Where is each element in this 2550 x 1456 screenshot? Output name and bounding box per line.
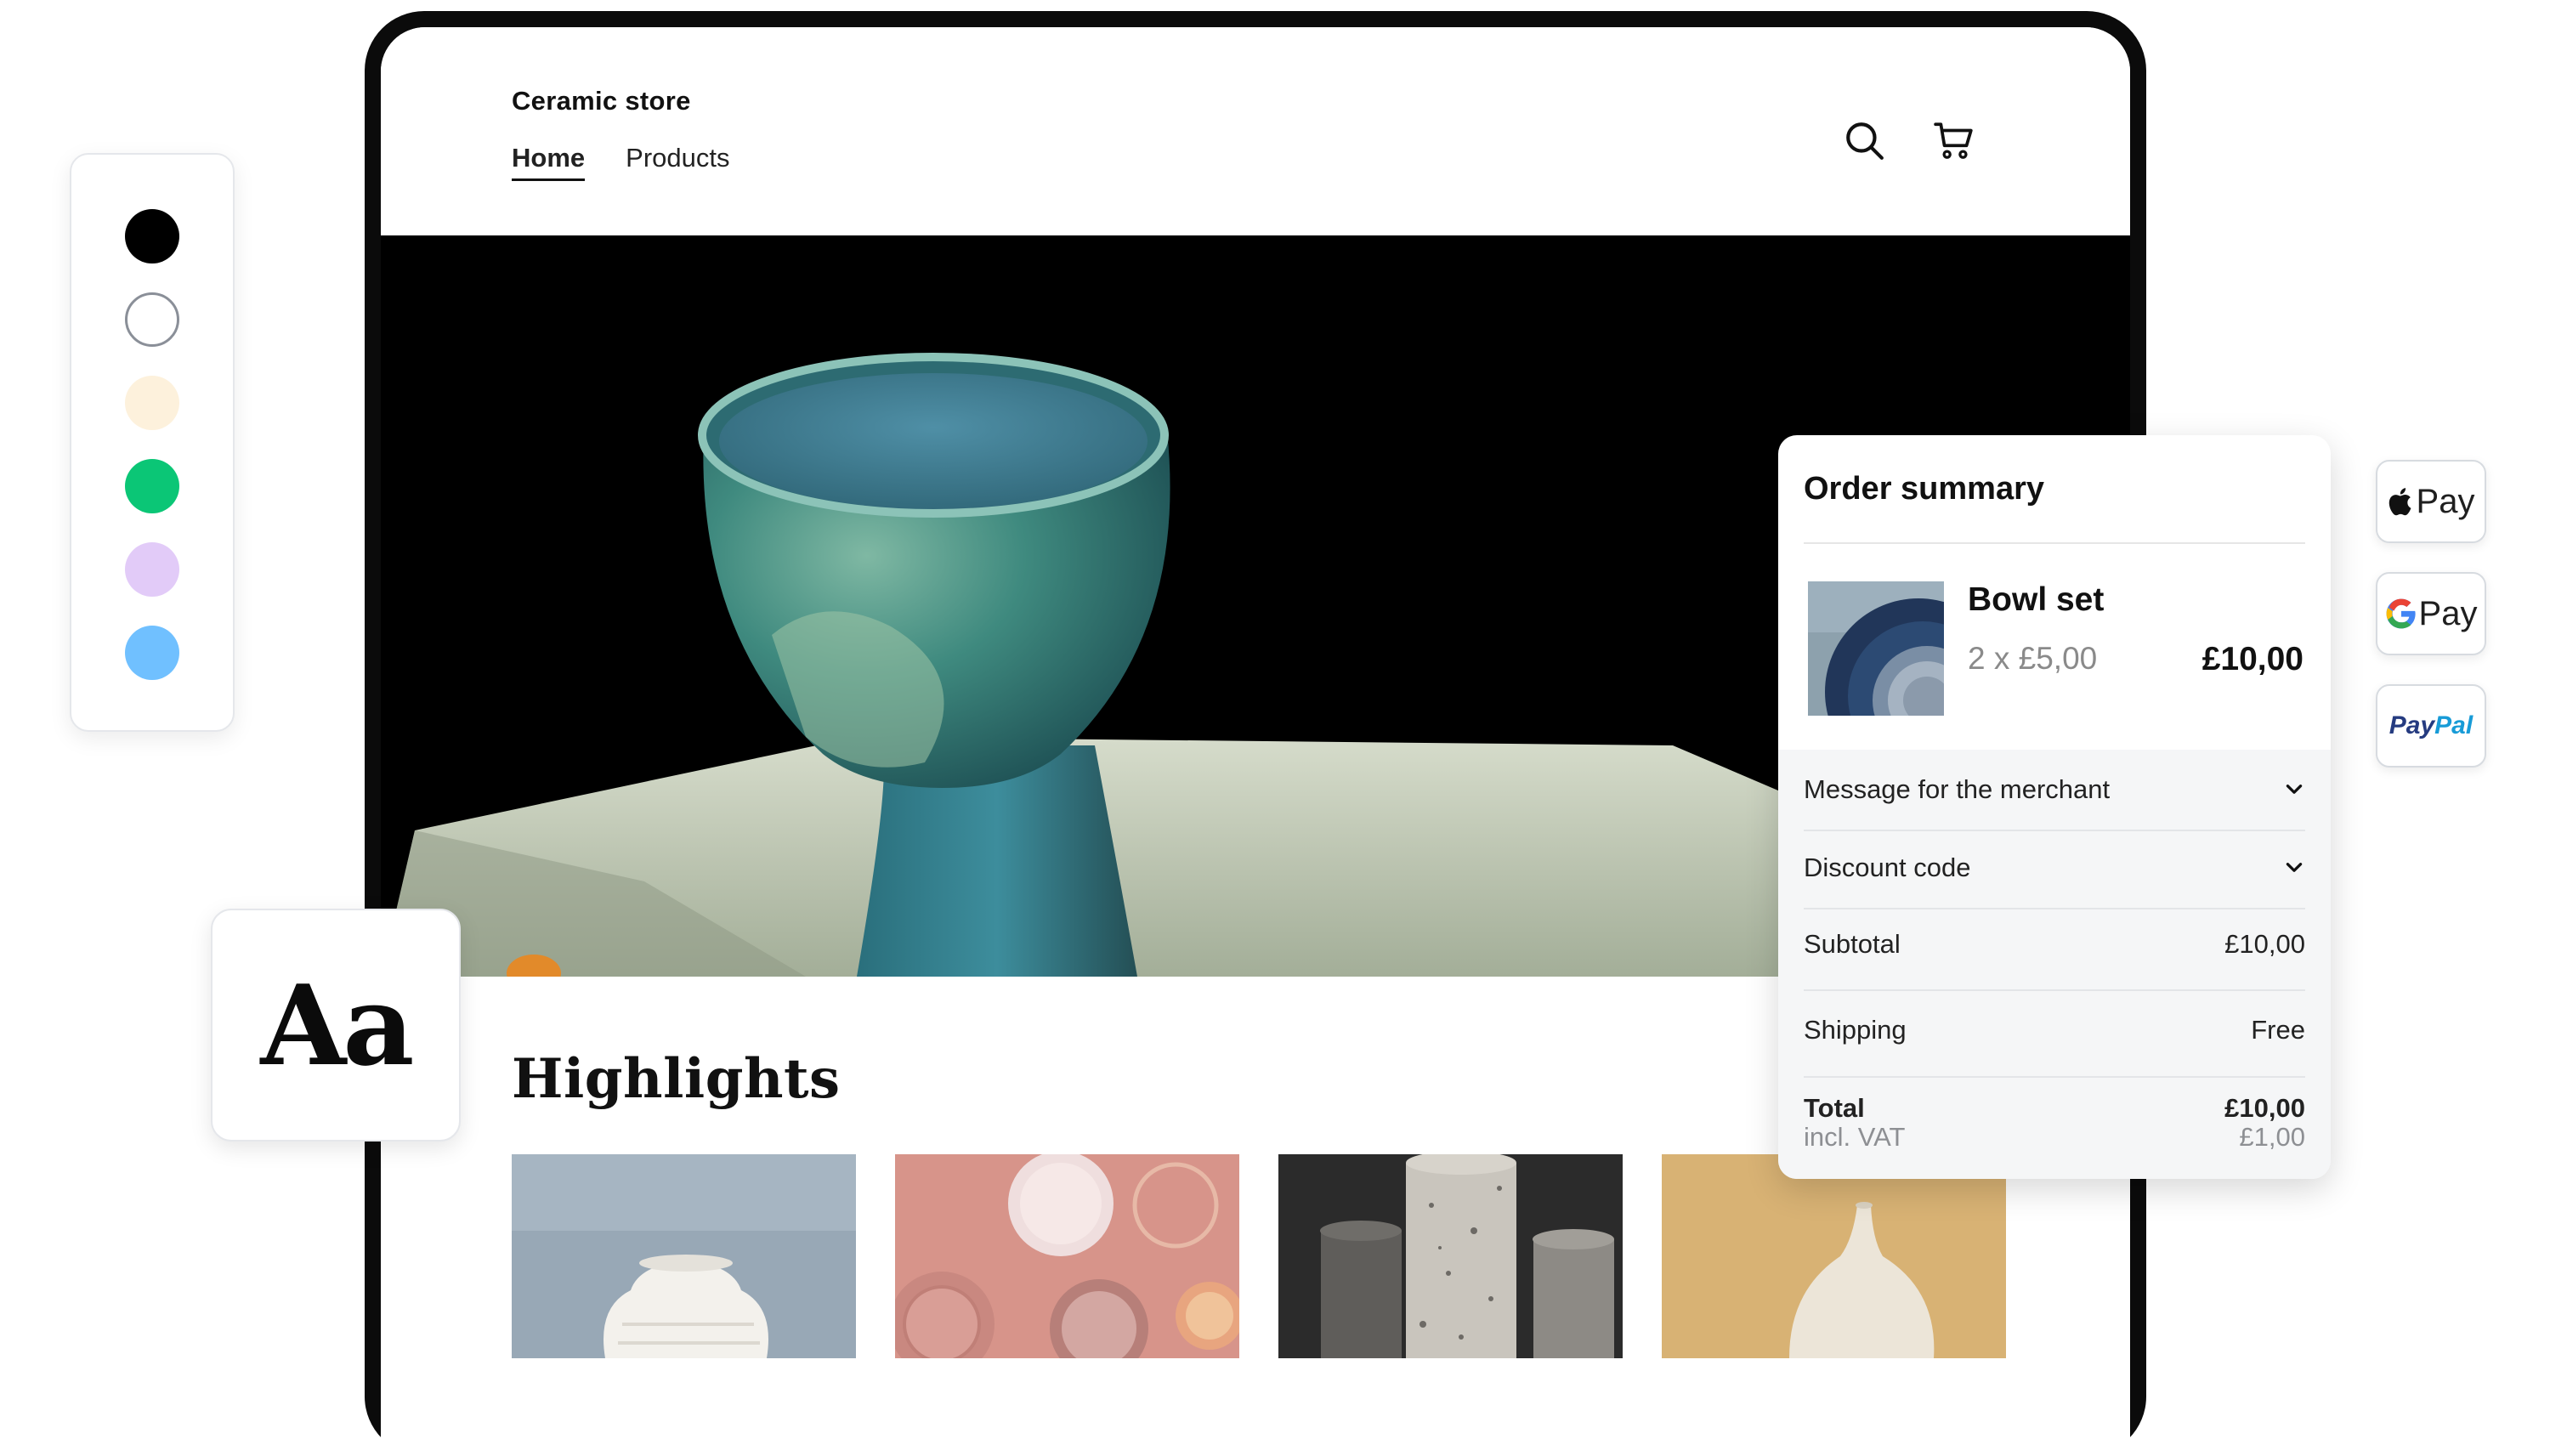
order-details: Message for the merchant Discount code S… bbox=[1778, 750, 2331, 1179]
subtotal-row: Subtotal £10,00 bbox=[1804, 916, 2305, 972]
color-swatch-lavender[interactable] bbox=[125, 542, 179, 597]
shipping-value: Free bbox=[2251, 1015, 2305, 1045]
highlights-title: Highlights bbox=[512, 1047, 841, 1111]
nav-products[interactable]: Products bbox=[626, 143, 729, 181]
shipping-row: Shipping Free bbox=[1804, 1002, 2305, 1058]
vat-value: £1,00 bbox=[2239, 1122, 2305, 1152]
divider bbox=[1804, 830, 2305, 831]
item-name: Bowl set bbox=[1968, 581, 2105, 618]
discount-code-accordion[interactable]: Discount code bbox=[1804, 840, 2305, 896]
paypal-button[interactable]: PayPal bbox=[2376, 684, 2486, 768]
nav-home[interactable]: Home bbox=[512, 143, 586, 181]
google-pay-button[interactable]: Pay bbox=[2376, 572, 2486, 655]
store-nav: Home Products bbox=[512, 143, 729, 181]
cart-icon[interactable] bbox=[1933, 119, 1975, 161]
vat-label: incl. VAT bbox=[1804, 1122, 1906, 1152]
highlights-grid bbox=[512, 1154, 2006, 1358]
merchant-message-label: Message for the merchant bbox=[1804, 774, 2111, 804]
item-quantity: 2 x £5,00 bbox=[1968, 641, 2098, 676]
divider bbox=[1804, 908, 2305, 909]
grey-vases-photo bbox=[1278, 1154, 1623, 1358]
total-value: £10,00 bbox=[2224, 1093, 2305, 1123]
pink-plates-photo bbox=[895, 1154, 1239, 1358]
paypal-logo: PayPal bbox=[2389, 711, 2473, 740]
chevron-down-icon bbox=[2286, 785, 2303, 794]
total-label: Total bbox=[1804, 1093, 1865, 1123]
item-line-total: £10,00 bbox=[2202, 641, 2304, 677]
highlight-card[interactable] bbox=[1278, 1154, 1623, 1358]
vat-row: incl. VAT £1,00 bbox=[1804, 1120, 2305, 1154]
typography-tile[interactable]: Aa bbox=[211, 909, 461, 1142]
google-logo-icon bbox=[2386, 598, 2416, 629]
typography-sample: Aa bbox=[260, 960, 414, 1091]
white-vase-photo bbox=[512, 1154, 856, 1358]
color-swatch-green[interactable] bbox=[125, 459, 179, 513]
search-icon[interactable] bbox=[1843, 119, 1885, 161]
divider bbox=[1804, 989, 2305, 991]
highlight-card[interactable] bbox=[1662, 1154, 2006, 1358]
paypal-label-part1: Pay bbox=[2388, 711, 2435, 739]
discount-code-label: Discount code bbox=[1804, 853, 1971, 882]
subtotal-value: £10,00 bbox=[2224, 929, 2305, 959]
color-swatch-white[interactable] bbox=[125, 292, 179, 347]
divider bbox=[1804, 542, 2305, 544]
store-name: Ceramic store bbox=[512, 86, 691, 116]
bowl-set-photo bbox=[1808, 581, 1944, 716]
apple-logo-icon bbox=[2388, 488, 2411, 516]
beige-vase-photo bbox=[1662, 1154, 2006, 1358]
color-swatch-cream[interactable] bbox=[125, 376, 179, 430]
color-swatch-black[interactable] bbox=[125, 209, 179, 263]
divider bbox=[1804, 1076, 2305, 1078]
order-summary-card: Order summary Bowl set 2 x £5,00 £10,00 … bbox=[1778, 435, 2331, 1179]
highlight-card[interactable] bbox=[512, 1154, 856, 1358]
store-header: Ceramic store Home Products bbox=[381, 27, 2130, 235]
chevron-down-icon bbox=[2286, 863, 2303, 872]
google-pay-label: Pay bbox=[2418, 594, 2478, 632]
merchant-message-accordion[interactable]: Message for the merchant bbox=[1804, 762, 2305, 818]
shipping-label: Shipping bbox=[1804, 1015, 1907, 1045]
bowl-set-thumbnail bbox=[1808, 581, 1944, 716]
color-palette-panel bbox=[70, 153, 235, 732]
color-swatch-blue[interactable] bbox=[125, 626, 179, 680]
order-summary-title: Order summary bbox=[1804, 471, 2045, 507]
highlight-card[interactable] bbox=[895, 1154, 1239, 1358]
paypal-label-part2: Pal bbox=[2434, 711, 2474, 739]
apple-pay-label: Pay bbox=[2416, 482, 2475, 520]
apple-pay-button[interactable]: Pay bbox=[2376, 460, 2486, 543]
subtotal-label: Subtotal bbox=[1804, 929, 1901, 959]
